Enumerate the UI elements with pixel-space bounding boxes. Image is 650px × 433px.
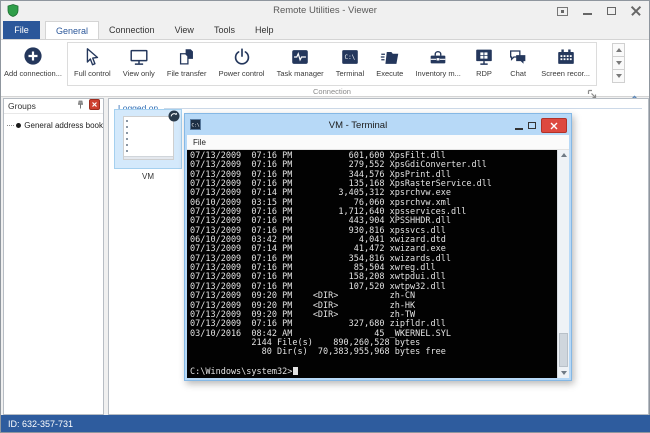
scroll-up-icon[interactable] [558, 150, 569, 160]
tree-item-label: General address book [24, 120, 103, 130]
tab-file[interactable]: File [3, 21, 40, 39]
minimize-button[interactable] [583, 12, 592, 15]
vm-desktop-thumbnail [123, 116, 174, 160]
tab-view[interactable]: View [165, 21, 204, 39]
add-connection-label: Add connection... [4, 69, 62, 78]
connection-status-icon [168, 109, 180, 122]
toolbox-icon [427, 46, 449, 68]
view-only-button[interactable]: View only [122, 45, 156, 79]
button-label: RDP [476, 69, 492, 78]
tab-tools[interactable]: Tools [204, 21, 245, 39]
groups-panel-title: Groups [8, 101, 36, 111]
terminal-app-icon: C:\ [190, 117, 201, 135]
titlebar: Remote Utilities - Viewer [1, 1, 649, 21]
tree-bullet-icon [16, 122, 22, 128]
chat-bubbles-icon [507, 46, 529, 68]
button-label: Screen recor... [541, 69, 590, 78]
button-label: Task manager [276, 69, 324, 78]
power-control-button[interactable]: Power control [218, 45, 266, 79]
ribbon-scroll-strip [612, 43, 625, 83]
command-prompt-icon: C:\ [339, 46, 361, 68]
pin-icon[interactable] [76, 97, 85, 115]
files-icon [176, 46, 198, 68]
terminal-window-title: VM - Terminal [328, 120, 388, 131]
button-label: Full control [74, 69, 111, 78]
terminal-scrollbar[interactable] [557, 150, 569, 378]
terminal-button[interactable]: C:\ Terminal [335, 45, 365, 79]
ribbon-tab-row: File General Connection View Tools Help [1, 21, 649, 39]
terminal-close-button[interactable] [541, 118, 567, 133]
task-manager-button[interactable]: Task manager [276, 45, 325, 79]
scroll-down-icon[interactable] [558, 368, 569, 378]
button-label: Execute [376, 69, 404, 78]
tree-item-general-address-book[interactable]: General address book [7, 119, 103, 131]
ribbon-group-label: Connection [313, 87, 351, 96]
tab-general[interactable]: General [45, 21, 100, 39]
full-control-button[interactable]: Full control [73, 45, 112, 79]
logged-on-header: Logged on [118, 102, 642, 113]
cursor-icon [81, 46, 103, 68]
connection-vm-card[interactable] [114, 109, 182, 169]
terminal-menubar: File [187, 135, 569, 150]
window-title: Remote Utilities - Viewer [273, 5, 377, 16]
groups-panel-header: Groups [4, 99, 103, 114]
button-label: Power control [218, 69, 265, 78]
terminal-prompt-row: C:\Windows\system32> [190, 366, 557, 377]
terminal-minimize-button[interactable] [515, 127, 523, 130]
inventory-manager-button[interactable]: Inventory m... [414, 45, 461, 79]
terminal-output: 07/13/2009 07:16 PM 601,600 XpsFilt.dll … [190, 151, 492, 358]
terminal-titlebar[interactable]: C:\ VM - Terminal [187, 116, 569, 135]
ribbon-scroll-down-icon[interactable] [612, 56, 625, 70]
button-label: Inventory m... [415, 69, 461, 78]
terminal-screen[interactable]: 07/13/2009 07:16 PM 601,600 XpsFilt.dll … [187, 150, 557, 378]
statusbar: ID: 632-357-731 [1, 415, 650, 432]
svg-text:C:\: C:\ [192, 122, 200, 128]
terminal-cursor [293, 366, 299, 375]
tab-help[interactable]: Help [245, 21, 284, 39]
ribbon-scroll-more-icon[interactable] [612, 69, 625, 83]
pulse-icon [289, 46, 311, 68]
screen-recorder-button[interactable]: Screen recor... [540, 45, 591, 79]
tree-branch-line [7, 124, 15, 126]
scrollbar-thumb[interactable] [559, 333, 568, 367]
monitor-icon [128, 46, 150, 68]
thumbnail-desktop-icons [126, 120, 128, 152]
maximize-button[interactable] [607, 7, 616, 15]
rdp-button[interactable]: RDP [472, 45, 496, 79]
file-transfer-button[interactable]: File transfer [166, 45, 208, 79]
execute-button[interactable]: Execute [375, 45, 404, 79]
groups-tree: General address book [4, 114, 103, 131]
add-connection-button[interactable]: Add connection... [4, 43, 62, 93]
rdp-monitor-icon [473, 46, 495, 68]
close-panel-icon[interactable] [89, 97, 100, 115]
terminal-menu-file[interactable]: File [193, 138, 206, 147]
groups-panel: Groups General address book [3, 98, 104, 415]
connection-group: Full control View only File transfer Pow… [67, 42, 597, 86]
ribbon: Add connection... Full control View only… [1, 39, 649, 102]
connection-name: VM [142, 172, 154, 181]
terminal-window: C:\ VM - Terminal File 07/13/2009 07:16 … [184, 113, 572, 381]
terminal-prompt: C:\Windows\system32> [190, 366, 293, 377]
run-folder-icon [379, 46, 401, 68]
terminal-maximize-button[interactable] [528, 122, 536, 129]
section-divider [164, 107, 642, 109]
statusbar-id: ID: 632-357-731 [8, 418, 74, 429]
button-label: File transfer [166, 69, 207, 78]
ribbon-scroll-up-icon[interactable] [612, 43, 625, 57]
tab-connection[interactable]: Connection [99, 21, 165, 39]
button-label: Terminal [335, 69, 365, 78]
power-icon [231, 46, 253, 68]
add-connection-icon [22, 45, 44, 67]
app-window: Remote Utilities - Viewer File General C… [0, 0, 650, 433]
chat-button[interactable]: Chat [506, 45, 530, 79]
close-button[interactable] [631, 6, 641, 16]
button-label: Chat [510, 69, 527, 78]
help-icon[interactable] [557, 6, 568, 16]
thumbnail-taskbar [124, 156, 173, 159]
recorder-grid-icon [555, 46, 577, 68]
svg-text:C:\: C:\ [344, 54, 355, 61]
button-label: View only [122, 69, 155, 78]
